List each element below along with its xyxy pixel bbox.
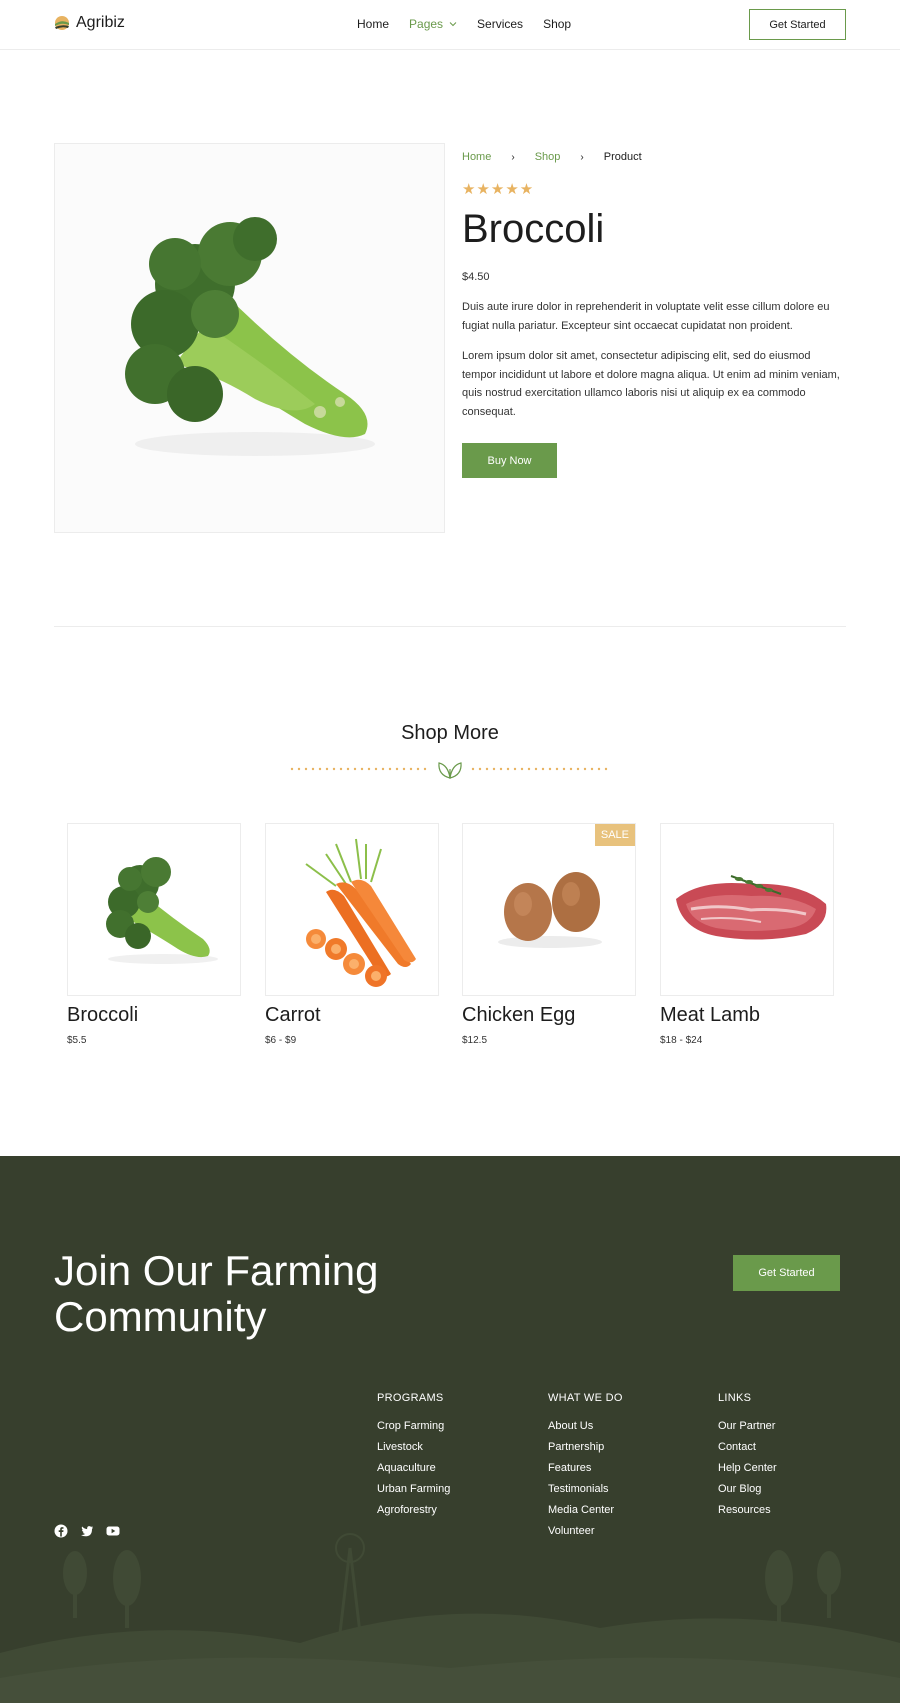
- nav-pages-label: Pages: [409, 17, 444, 31]
- twitter-icon[interactable]: [80, 1524, 94, 1538]
- site-header: Agribiz Home Pages Services Shop Get Sta…: [0, 0, 900, 50]
- footer-column-links: LINKS Our Partner Contact Help Center Ou…: [718, 1392, 777, 1525]
- product-card-image[interactable]: SALE: [462, 823, 636, 996]
- footer-link[interactable]: Contact: [718, 1441, 777, 1462]
- product-description-1: Duis aute irure dolor in reprehenderit i…: [462, 301, 830, 332]
- footer-link[interactable]: Help Center: [718, 1462, 777, 1483]
- footer-title: Join Our Farming Community: [54, 1247, 379, 1340]
- footer-link[interactable]: Livestock: [377, 1441, 450, 1462]
- product-card-name[interactable]: Broccoli: [67, 1004, 241, 1027]
- product-card-image[interactable]: [265, 823, 439, 996]
- sale-badge: SALE: [594, 824, 635, 846]
- breadcrumb-separator-icon: ›: [511, 151, 515, 163]
- leaf-divider-icon: [290, 762, 608, 779]
- product-card-image[interactable]: [67, 823, 241, 996]
- product-card-name[interactable]: Carrot: [265, 1004, 439, 1027]
- facebook-icon[interactable]: [54, 1524, 68, 1538]
- footer-link[interactable]: Volunteer: [548, 1525, 623, 1546]
- product-card-price: $18 - $24: [660, 1035, 703, 1046]
- broccoli-image: [55, 144, 444, 532]
- site-footer: Join Our Farming Community Get Started P…: [0, 1156, 900, 1703]
- star-rating: ★★★★★: [462, 181, 535, 198]
- footer-link[interactable]: Agroforestry: [377, 1504, 450, 1525]
- breadcrumb: Home › Shop › Product: [462, 151, 642, 163]
- logo-mark-icon: [55, 16, 69, 30]
- product-card[interactable]: Meat Lamb $18 - $24: [660, 823, 834, 1046]
- buy-now-button[interactable]: Buy Now: [462, 443, 557, 478]
- footer-column-programs: PROGRAMS Crop Farming Livestock Aquacult…: [377, 1392, 450, 1525]
- footer-link[interactable]: About Us: [548, 1420, 623, 1441]
- footer-link[interactable]: Partnership: [548, 1441, 623, 1462]
- breadcrumb-separator-icon: ›: [580, 151, 584, 163]
- footer-link[interactable]: Testimonials: [548, 1483, 623, 1504]
- nav-pages[interactable]: Pages: [409, 17, 457, 31]
- product-card-price: $12.5: [462, 1035, 488, 1046]
- nav-home[interactable]: Home: [357, 17, 389, 31]
- footer-link[interactable]: Our Blog: [718, 1483, 777, 1504]
- footer-get-started-button[interactable]: Get Started: [733, 1255, 840, 1291]
- social-links: [54, 1524, 120, 1538]
- carrot-thumbnail: [305, 838, 416, 987]
- footer-column-heading: WHAT WE DO: [548, 1392, 623, 1404]
- section-divider: [54, 626, 846, 627]
- main-nav: Home Pages Services Shop: [357, 17, 591, 31]
- breadcrumb-home[interactable]: Home: [462, 151, 491, 163]
- product-description-2: Lorem ipsum dolor sit amet, consectetur …: [462, 350, 840, 418]
- chevron-down-icon: [449, 22, 457, 27]
- footer-link[interactable]: Resources: [718, 1504, 777, 1525]
- nav-shop[interactable]: Shop: [543, 17, 571, 31]
- footer-column-heading: LINKS: [718, 1392, 752, 1404]
- product-card[interactable]: Carrot $6 - $9: [265, 823, 439, 1046]
- nav-services[interactable]: Services: [477, 17, 523, 31]
- footer-link[interactable]: Media Center: [548, 1504, 623, 1525]
- product-title: Broccoli: [462, 207, 605, 251]
- footer-link[interactable]: Features: [548, 1462, 623, 1483]
- logo-text: Agribiz: [76, 14, 125, 31]
- product-card-image[interactable]: [660, 823, 834, 996]
- egg-thumbnail: [498, 872, 602, 948]
- footer-column-what-we-do: WHAT WE DO About Us Partnership Features…: [548, 1392, 623, 1546]
- footer-link[interactable]: Aquaculture: [377, 1462, 450, 1483]
- product-price: $4.50: [462, 271, 490, 283]
- footer-link[interactable]: Crop Farming: [377, 1420, 450, 1441]
- get-started-button[interactable]: Get Started: [749, 9, 846, 40]
- lamb-thumbnail: [676, 875, 827, 940]
- breadcrumb-current: Product: [603, 151, 642, 163]
- youtube-icon[interactable]: [106, 1524, 120, 1538]
- logo[interactable]: Agribiz: [54, 14, 125, 32]
- product-card-name[interactable]: Meat Lamb: [660, 1004, 834, 1027]
- product-card-price: $6 - $9: [265, 1035, 297, 1046]
- footer-link[interactable]: Urban Farming: [377, 1483, 450, 1504]
- farm-landscape-illustration: [0, 1533, 900, 1703]
- breadcrumb-shop[interactable]: Shop: [535, 151, 561, 163]
- footer-link[interactable]: Our Partner: [718, 1420, 777, 1441]
- product-image: [54, 143, 445, 533]
- product-card[interactable]: Broccoli $5.5: [67, 823, 241, 1046]
- product-card-price: $5.5: [67, 1035, 87, 1046]
- broccoli-thumbnail: [106, 857, 218, 964]
- shop-more-title: Shop More: [401, 722, 499, 744]
- footer-column-heading: PROGRAMS: [377, 1392, 444, 1404]
- product-card[interactable]: SALE Chicken Egg $12.5: [462, 823, 636, 1046]
- product-card-name[interactable]: Chicken Egg: [462, 1004, 636, 1027]
